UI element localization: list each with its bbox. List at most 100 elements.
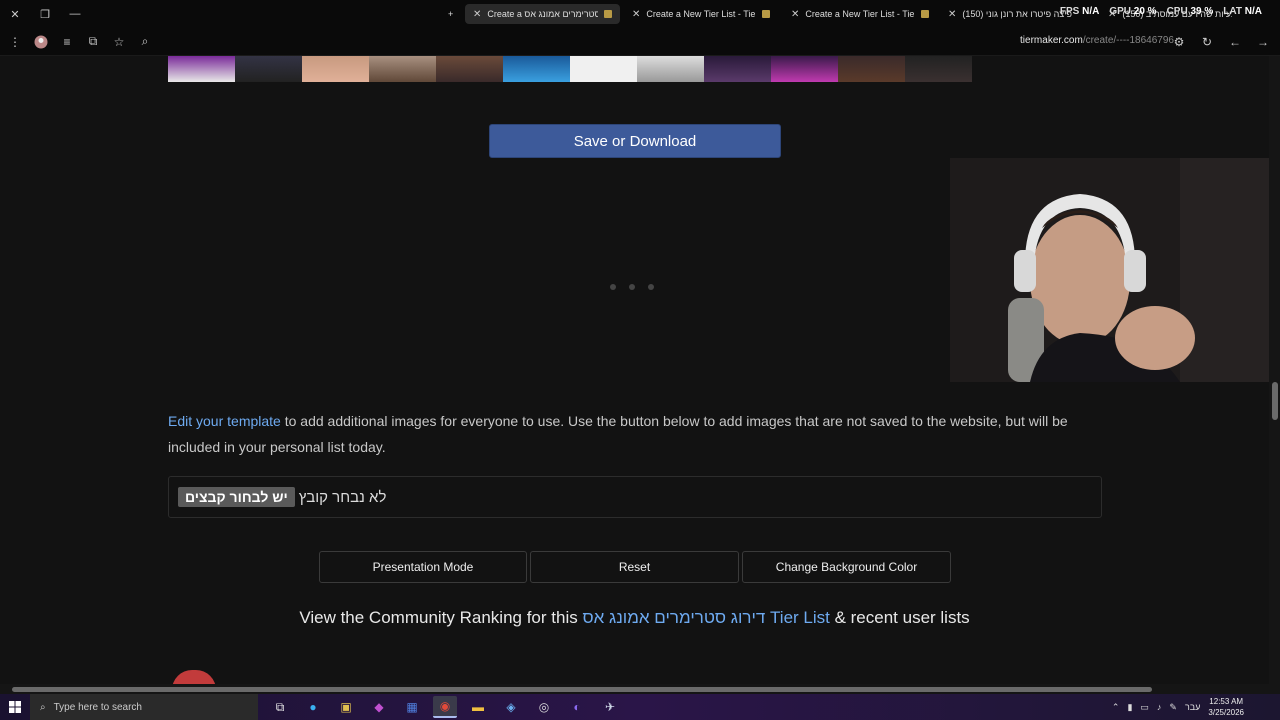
chevron-up-icon[interactable]: ⌃ bbox=[1112, 702, 1120, 713]
scrollbar-thumb[interactable] bbox=[12, 687, 1152, 692]
change-background-color-button[interactable]: Change Background Color bbox=[742, 551, 951, 583]
address-bar: ⋮ ≡ ⧉ ☆ ⌕ tiermaker.com/create/----18646… bbox=[0, 28, 1280, 56]
tier-image[interactable] bbox=[503, 56, 570, 82]
discord-icon[interactable]: ◐ bbox=[565, 696, 589, 718]
file-explorer-icon[interactable]: ▬ bbox=[466, 696, 490, 718]
save-or-download-button[interactable]: Save or Download bbox=[489, 124, 781, 158]
plus-icon: + bbox=[448, 9, 454, 19]
pen-icon[interactable]: ✎ bbox=[1169, 702, 1177, 713]
task-view-icon[interactable]: ⧉ bbox=[268, 696, 292, 718]
presentation-mode-button[interactable]: Presentation Mode bbox=[319, 551, 527, 583]
close-window-icon[interactable]: ✕ bbox=[0, 0, 30, 28]
tier-image[interactable] bbox=[704, 56, 771, 82]
new-tab-button[interactable]: + bbox=[440, 4, 461, 24]
fps-value: N/A bbox=[1082, 6, 1100, 17]
gpu-value: 20 % bbox=[1133, 6, 1157, 17]
tier-image[interactable] bbox=[235, 56, 302, 82]
url-field[interactable]: tiermaker.com/create/----18646796 bbox=[1020, 35, 1174, 46]
page-content: Save or Download Edit your template to a… bbox=[0, 56, 1269, 684]
vertical-scrollbar[interactable] bbox=[1269, 56, 1280, 684]
minimize-window-icon[interactable]: — bbox=[60, 0, 90, 28]
close-tab-icon[interactable]: ✕ bbox=[632, 9, 640, 20]
bookmark-star-icon[interactable]: ☆ bbox=[108, 31, 130, 53]
template-info-text: Edit your template to add additional ima… bbox=[168, 408, 1098, 460]
menu-dots-icon[interactable]: ⋮ bbox=[4, 31, 26, 53]
network-icon[interactable]: ▭ bbox=[1140, 702, 1149, 713]
tab[interactable]: ✕ Create a New Tier List - TierMa bbox=[783, 4, 938, 24]
clock-time: 12:53 AM bbox=[1209, 697, 1244, 706]
tab-active[interactable]: ✕ Create a סטרימרים אמונג אס bbox=[465, 4, 620, 24]
tab-search-icon[interactable]: ≡ bbox=[56, 31, 78, 53]
fps-label: FPS bbox=[1059, 6, 1080, 17]
obs-icon[interactable]: ◎ bbox=[532, 696, 556, 718]
action-buttons: Presentation Mode Reset Change Backgroun… bbox=[319, 551, 951, 583]
lat-label: LAT bbox=[1223, 6, 1242, 17]
search-icon: ⌕ bbox=[40, 701, 46, 713]
chrome-icon[interactable]: ◉ bbox=[433, 696, 457, 718]
tiermaker-favicon-icon bbox=[921, 10, 930, 18]
clock[interactable]: 12:53 AM 3/25/2026 bbox=[1208, 696, 1244, 718]
info-text: to add additional images for everyone to… bbox=[168, 413, 1068, 455]
close-tab-icon[interactable]: ✕ bbox=[473, 9, 481, 20]
community-ranking-text: View the Community Ranking for this דירו… bbox=[0, 608, 1269, 628]
search-placeholder: Type here to search bbox=[53, 701, 142, 713]
choose-files-button[interactable]: יש לבחור קבצים bbox=[178, 487, 295, 507]
zoom-icon[interactable]: ⌕ bbox=[134, 31, 156, 53]
microphone-icon[interactable]: ▮ bbox=[1127, 702, 1132, 713]
language-indicator[interactable]: עבר bbox=[1185, 702, 1200, 712]
community-suffix: & recent user lists bbox=[829, 608, 970, 627]
taskbar-search-box[interactable]: ⌕ Type here to search bbox=[30, 694, 258, 720]
gpu-label: GPU bbox=[1109, 6, 1131, 17]
tier-image[interactable] bbox=[369, 56, 436, 82]
tier-image[interactable] bbox=[436, 56, 503, 82]
file-upload-field[interactable]: יש לבחור קבצים לא נבחר קובץ bbox=[168, 476, 1102, 518]
url-path: /create/----18646796 bbox=[1082, 35, 1174, 46]
cpu-label: CPU bbox=[1166, 6, 1188, 17]
store-icon[interactable]: ▣ bbox=[334, 696, 358, 718]
tiermaker-favicon-icon bbox=[604, 10, 612, 18]
url-host: tiermaker.com bbox=[1020, 35, 1083, 46]
loading-dot bbox=[629, 284, 635, 290]
tier-image[interactable] bbox=[838, 56, 905, 82]
performance-overlay: FPS N/A GPU 20 % CPU 39 % LAT N/A bbox=[1060, 6, 1262, 17]
tier-image[interactable] bbox=[771, 56, 838, 82]
lat-value: N/A bbox=[1244, 6, 1262, 17]
restore-window-icon[interactable]: ❐ bbox=[30, 0, 60, 28]
close-tab-icon[interactable]: ✕ bbox=[791, 9, 799, 20]
community-prefix: View the Community Ranking for this bbox=[299, 608, 583, 627]
tab-title: Create a New Tier List - TierMa bbox=[646, 9, 756, 19]
extensions-icon[interactable]: ⧉ bbox=[82, 31, 104, 53]
copilot-icon[interactable]: ◆ bbox=[367, 696, 391, 718]
system-tray: ⌃ ▮ ▭ ♪ ✎ עבר 12:53 AM 3/25/2026 bbox=[1112, 694, 1244, 720]
back-arrow-icon[interactable]: ← bbox=[1226, 31, 1244, 53]
cpu-value: 39 % bbox=[1190, 6, 1214, 17]
tab[interactable]: ✕ Create a New Tier List - TierMa bbox=[624, 4, 779, 24]
edge-browser-icon[interactable]: ● bbox=[301, 696, 325, 718]
browser-tab-bar: ✕ ❐ — + ✕ Create a סטרימרים אמונג אס ✕ C… bbox=[0, 0, 1280, 28]
edit-template-link[interactable]: Edit your template bbox=[168, 413, 281, 429]
forward-arrow-icon[interactable]: → bbox=[1254, 31, 1272, 53]
office-icon[interactable]: ▦ bbox=[400, 696, 424, 718]
volume-icon[interactable]: ♪ bbox=[1157, 702, 1162, 712]
tab-title: Create a סטרימרים אמונג אס bbox=[487, 9, 599, 19]
reload-icon[interactable]: ↻ bbox=[1198, 31, 1216, 53]
tier-image[interactable] bbox=[637, 56, 704, 82]
tier-image[interactable] bbox=[302, 56, 369, 82]
site-settings-icon[interactable]: ⚙ bbox=[1170, 31, 1188, 53]
community-ranking-link[interactable]: דירוג סטרימרים אמונג אס Tier List bbox=[582, 608, 829, 627]
reset-button[interactable]: Reset bbox=[530, 551, 739, 583]
app-icon[interactable]: ◈ bbox=[499, 696, 523, 718]
tier-image[interactable] bbox=[570, 56, 637, 82]
avatar bbox=[172, 670, 216, 684]
profile-avatar-icon[interactable] bbox=[30, 31, 52, 53]
tier-image[interactable] bbox=[905, 56, 972, 82]
steam-icon[interactable]: ✈ bbox=[598, 696, 622, 718]
scrollbar-thumb[interactable] bbox=[1272, 382, 1278, 420]
close-tab-icon[interactable]: ✕ bbox=[948, 9, 956, 20]
tier-image[interactable] bbox=[168, 56, 235, 82]
windows-taskbar: ⌕ Type here to search ⧉ ● ▣ ◆ ▦ ◉ ▬ ◈ ◎ … bbox=[0, 694, 1280, 720]
file-status-text: לא נבחר קובץ bbox=[298, 488, 387, 506]
windows-start-icon[interactable] bbox=[0, 701, 30, 713]
loading-indicator bbox=[610, 284, 654, 290]
horizontal-scrollbar[interactable] bbox=[0, 684, 1280, 694]
